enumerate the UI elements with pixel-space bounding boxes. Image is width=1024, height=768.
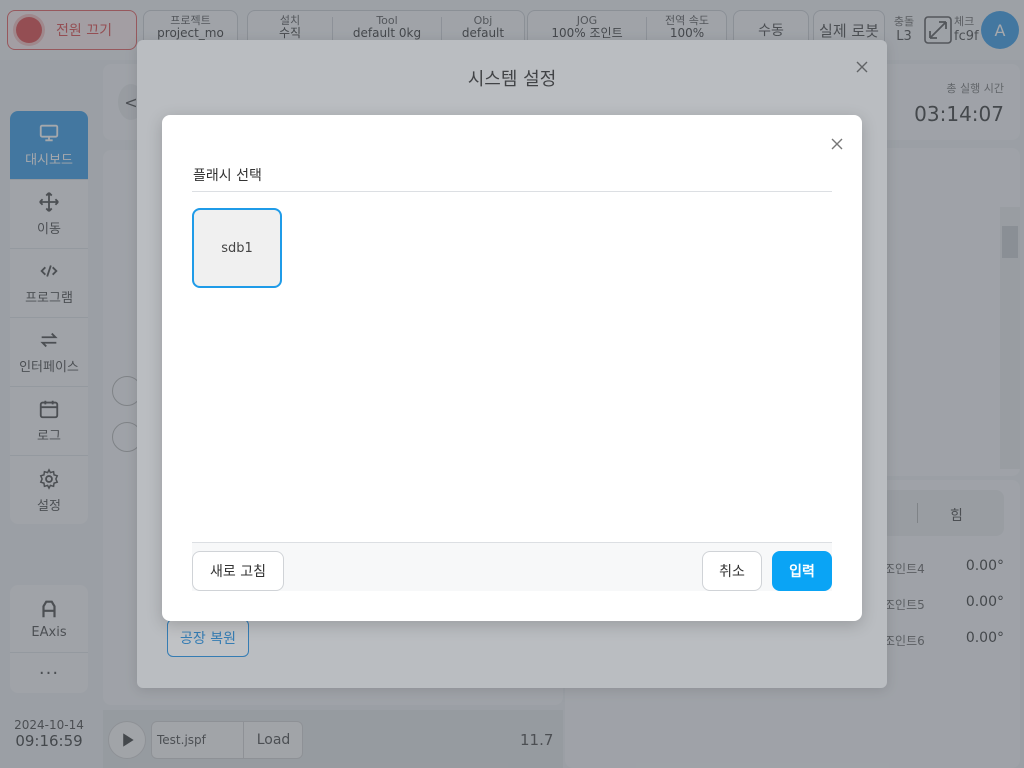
close-icon[interactable] <box>830 137 844 151</box>
enter-button[interactable]: 입력 <box>772 551 832 591</box>
flash-select-title: 플래시 선택 <box>193 168 262 184</box>
cancel-button[interactable]: 취소 <box>702 551 762 591</box>
refresh-button[interactable]: 새로 고침 <box>192 551 284 591</box>
flash-drive-option[interactable]: sdb1 <box>192 208 282 288</box>
flash-select-modal: 플래시 선택 sdb1 새로 고침 취소 입력 <box>162 115 862 621</box>
divider <box>192 191 832 192</box>
